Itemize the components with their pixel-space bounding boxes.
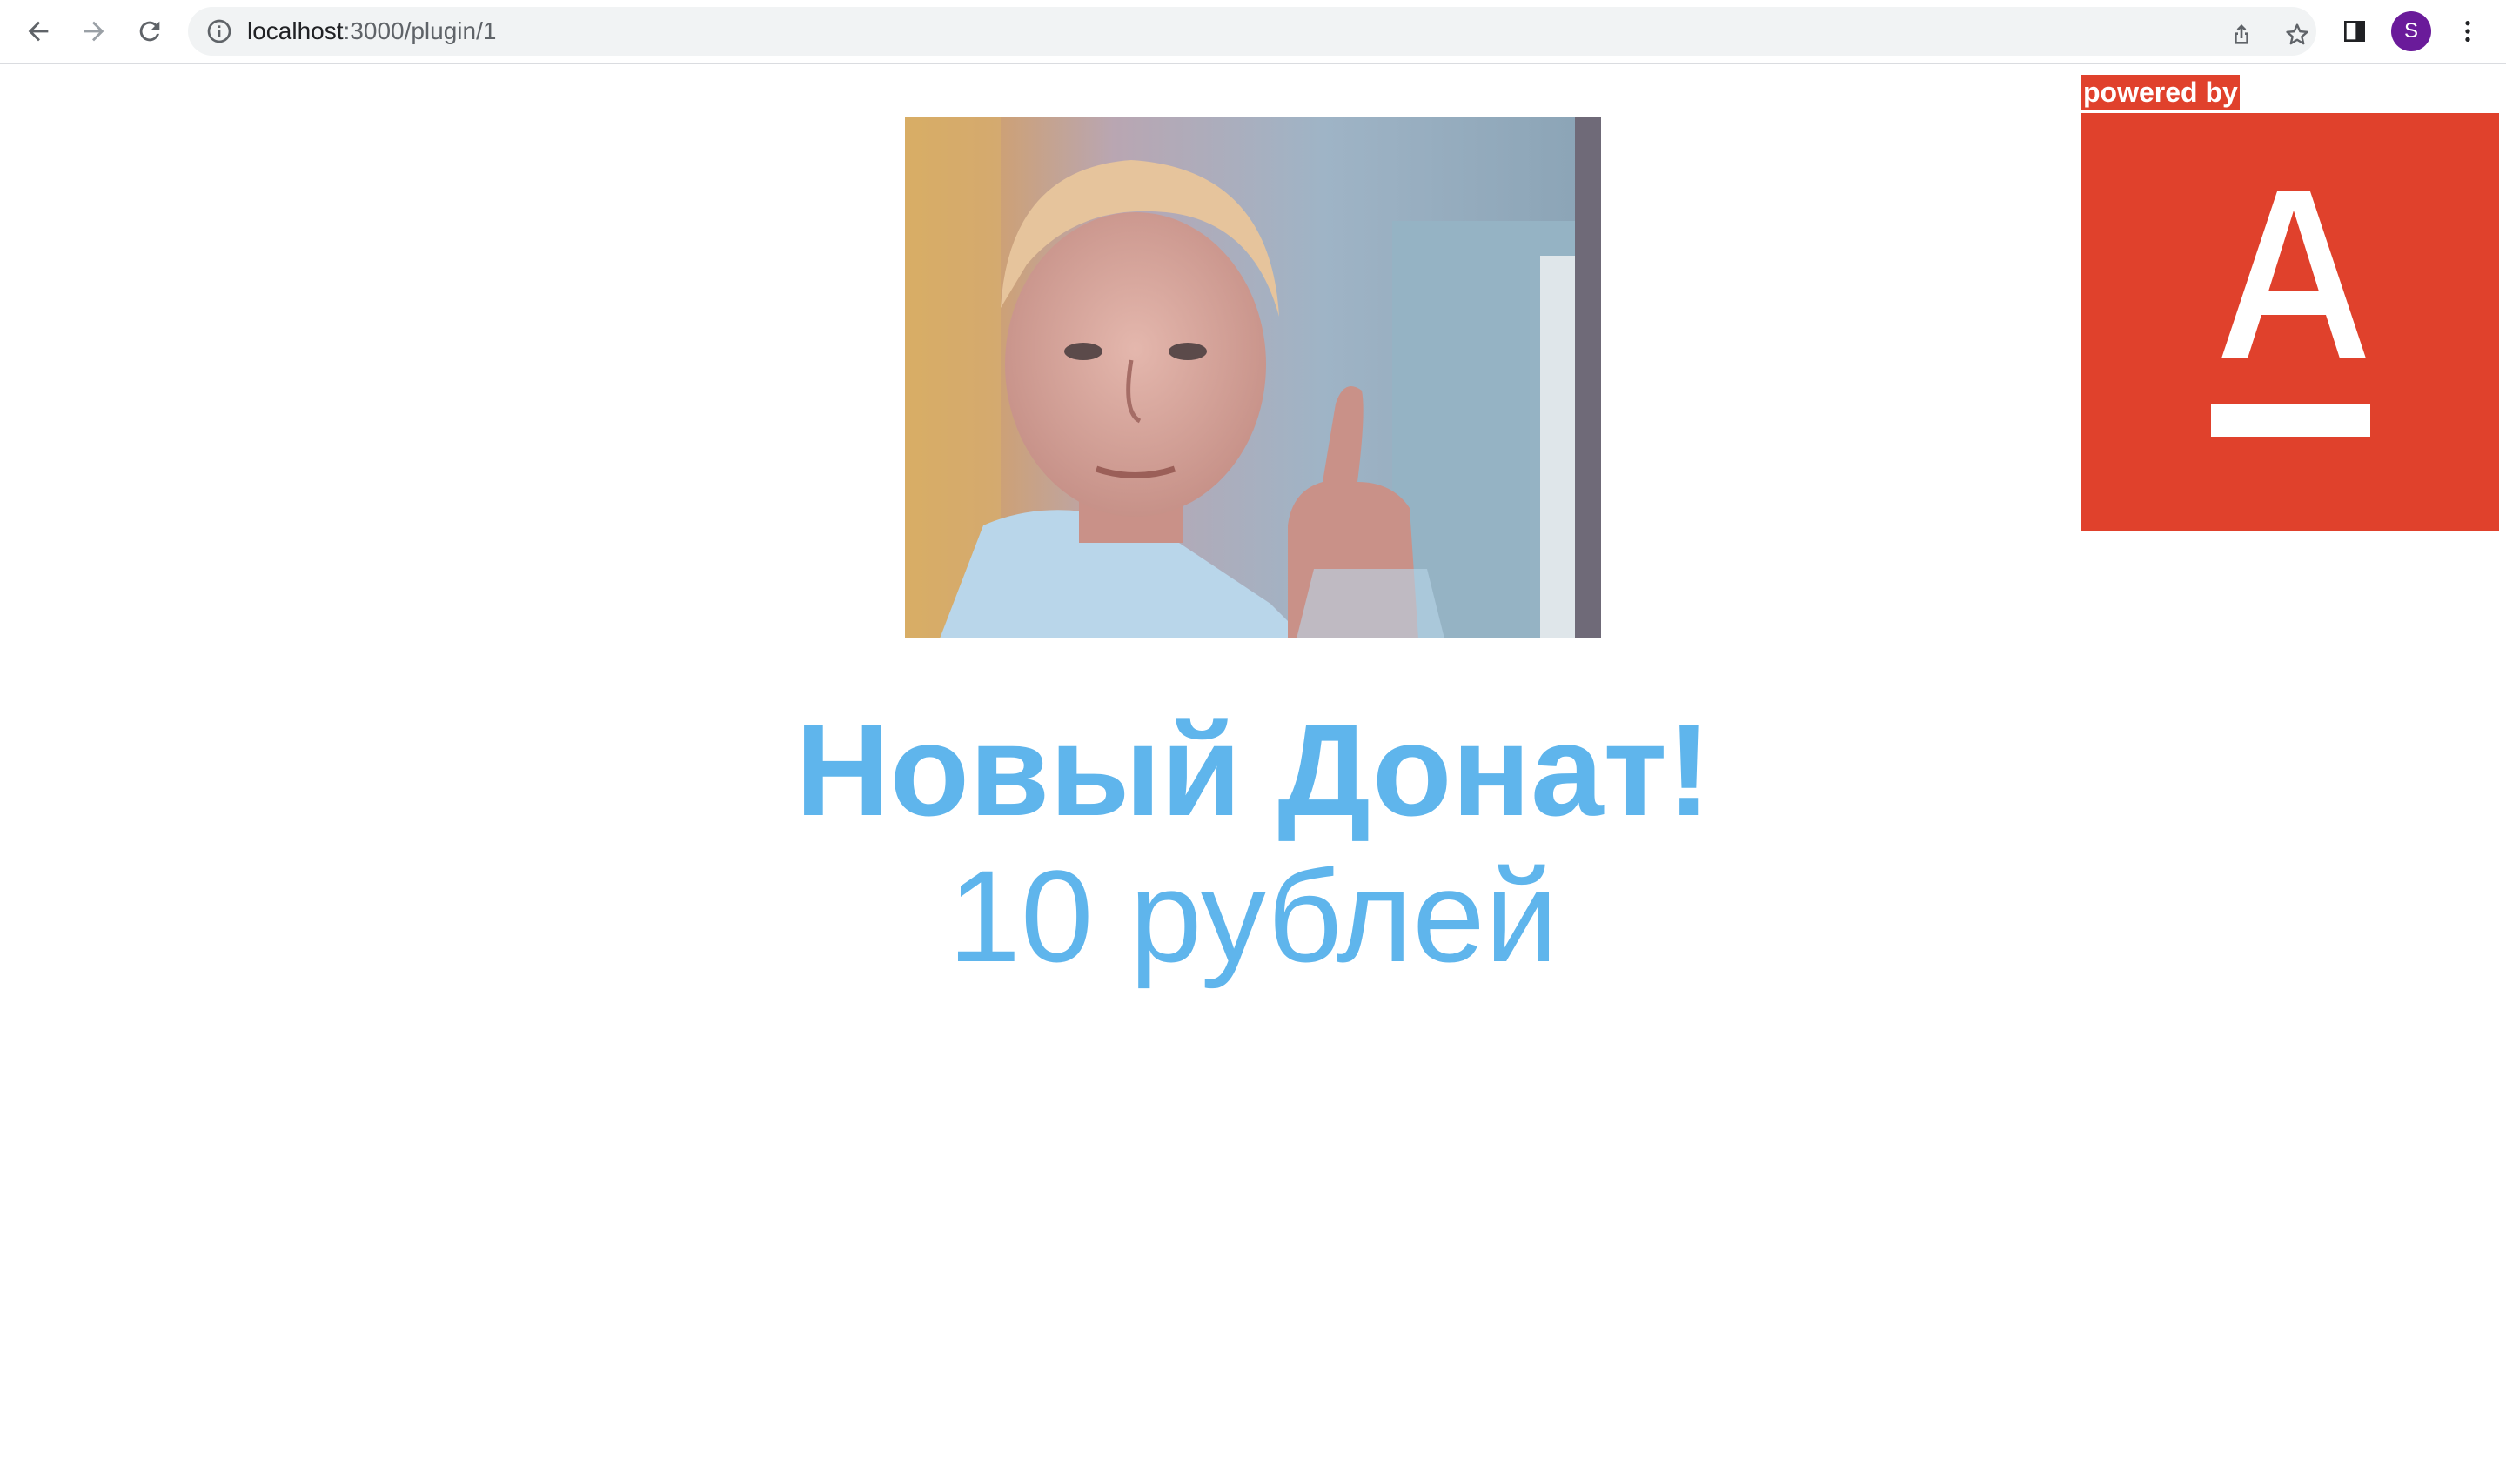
back-button[interactable]	[17, 10, 59, 52]
browser-toolbar: localhost:3000/plugin/1 S	[0, 0, 2506, 64]
donation-title: Новый Донат!	[795, 697, 1711, 843]
side-panel-button[interactable]	[2335, 12, 2374, 50]
share-button[interactable]	[2224, 17, 2259, 52]
star-icon	[2286, 23, 2308, 45]
menu-button[interactable]	[2449, 12, 2487, 50]
donation-gif	[905, 117, 1601, 638]
thumbs-up-boy-image	[905, 117, 1601, 638]
address-bar[interactable]: localhost:3000/plugin/1	[188, 7, 2316, 56]
share-icon	[2235, 24, 2248, 44]
info-icon[interactable]	[205, 17, 233, 45]
bookmark-button[interactable]	[2280, 17, 2315, 52]
powered-by-label: powered by	[2081, 75, 2240, 110]
arrow-left-icon	[28, 21, 49, 42]
reload-icon	[139, 21, 160, 42]
alfa-bank-logo[interactable]	[2081, 113, 2499, 531]
url-path: :3000/plugin/1	[343, 17, 497, 44]
alfa-bank-logo-icon	[2081, 113, 2499, 531]
forward-button[interactable]	[73, 10, 115, 52]
donation-amount: 10 рублей	[948, 843, 1558, 989]
reload-button[interactable]	[129, 10, 171, 52]
kebab-menu-icon	[2465, 21, 2470, 42]
arrow-right-icon	[84, 21, 104, 42]
side-panel-icon	[2344, 21, 2365, 42]
profile-avatar[interactable]: S	[2391, 11, 2431, 51]
url-text[interactable]: localhost:3000/plugin/1	[247, 7, 496, 56]
url-host: localhost	[247, 17, 344, 44]
